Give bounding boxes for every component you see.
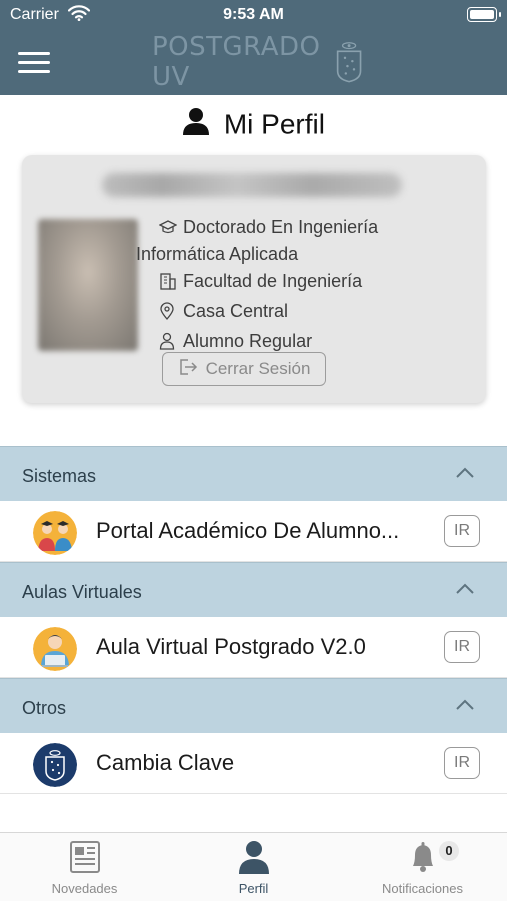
hamburger-menu-icon[interactable] [18, 52, 50, 74]
campus-text: Casa Central [183, 301, 289, 321]
faculty-text: Facultad de Ingeniería [183, 271, 363, 291]
status-bar: Carrier 9:53 AM [0, 0, 507, 30]
battery-icon [467, 7, 501, 22]
section-header-otros[interactable]: Otros [0, 678, 507, 733]
chevron-up-icon [455, 695, 475, 716]
section-header-aulas-virtuales[interactable]: Aulas Virtuales [0, 562, 507, 617]
program-row: Doctorado En Ingeniería [158, 215, 474, 242]
campus-row: Casa Central [159, 299, 474, 326]
program-row-2: Informática Aplicada [136, 242, 474, 266]
page-title: Mi Perfil [0, 107, 507, 147]
item-title: Aula Virtual Postgrado V2.0 [96, 634, 366, 659]
students-avatar-icon [33, 511, 77, 555]
list-item-portal-academico[interactable]: Portal Académico De Alumno... IR [0, 501, 507, 562]
graduation-cap-icon [158, 218, 179, 242]
program-text: Doctorado En Ingeniería [183, 215, 378, 239]
student-laptop-avatar-icon [33, 627, 77, 671]
item-title: Portal Académico De Alumno... [96, 518, 400, 543]
logout-button[interactable]: Cerrar Sesión [162, 352, 326, 386]
logout-label: Cerrar Sesión [205, 359, 311, 378]
status-text: Alumno Regular [183, 331, 313, 351]
tab-perfil[interactable]: Perfil [169, 833, 338, 901]
user-icon [182, 107, 210, 142]
chevron-up-icon [455, 579, 475, 600]
tab-label: Novedades [51, 881, 118, 896]
bell-icon [405, 839, 441, 880]
postgrado-uv-logo: POSTGRADO UV [152, 32, 362, 92]
nav-bar: POSTGRADO UV [0, 30, 507, 95]
tab-novedades[interactable]: Novedades [0, 833, 169, 901]
faculty-row: Facultad de Ingeniería [159, 269, 474, 296]
university-shield-avatar-icon [33, 743, 77, 787]
program-line-2: Informática Aplicada [136, 244, 299, 264]
tab-label: Notificaciones [382, 881, 463, 896]
notification-badge: 0 [439, 841, 459, 861]
list-item-aula-virtual[interactable]: Aula Virtual Postgrado V2.0 IR [0, 617, 507, 678]
tab-label: Perfil [238, 881, 269, 896]
ir-button[interactable]: IR [444, 631, 480, 663]
ir-button[interactable]: IR [444, 515, 480, 547]
university-shield-icon [336, 42, 362, 83]
student-photo [38, 219, 138, 351]
logo-text: POSTGRADO UV [152, 32, 321, 92]
logout-icon [178, 358, 198, 381]
page-title-text: Mi Perfil [223, 108, 325, 140]
tab-bar: Novedades Perfil 0 Notificaciones [0, 832, 507, 901]
section-title: Otros [22, 698, 67, 718]
building-icon [159, 272, 179, 296]
program-line-1: Doctorado En Ingeniería [183, 217, 379, 237]
ir-button[interactable]: IR [444, 747, 480, 779]
profile-card: Doctorado En Ingeniería Informática Apli… [22, 155, 486, 403]
tab-notificaciones[interactable]: 0 Notificaciones [338, 833, 507, 901]
user-icon [236, 839, 272, 880]
section-header-sistemas[interactable]: Sistemas [0, 446, 507, 501]
student-name-redacted [102, 173, 402, 197]
location-pin-icon [159, 302, 179, 326]
item-title: Cambia Clave [96, 750, 235, 775]
chevron-up-icon [455, 463, 475, 484]
list-item-cambia-clave[interactable]: Cambia Clave IR [0, 733, 507, 794]
section-title: Sistemas [22, 466, 97, 486]
newspaper-icon [67, 839, 103, 880]
section-title: Aulas Virtuales [22, 582, 142, 602]
profile-info: Doctorado En Ingeniería Informática Apli… [136, 215, 474, 359]
clock: 9:53 AM [223, 6, 284, 23]
